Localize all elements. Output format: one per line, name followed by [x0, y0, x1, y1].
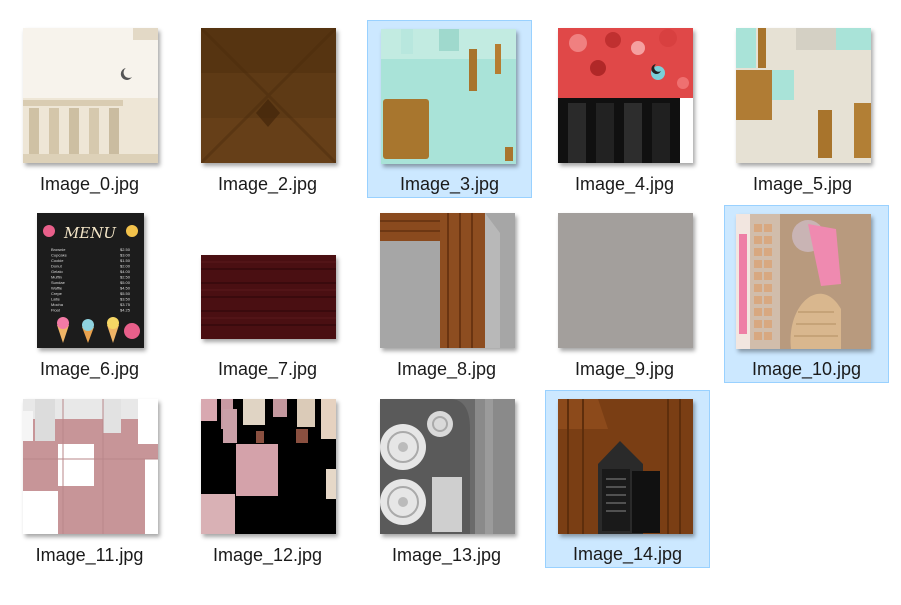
- file-name: Image_6.jpg: [39, 359, 140, 379]
- file-item-image-6[interactable]: MENU Brownie $2.50 Cupcake $3.00 Cookie $1.50…: [7, 202, 172, 380]
- file-item-image-9[interactable]: Image_9.jpg: [542, 202, 707, 380]
- thumbnail-image-6: MENU Brownie $2.50 Cupcake $3.00 Cookie $1.50…: [37, 213, 144, 348]
- thumbnail-image-5: [736, 28, 871, 163]
- file-item-image-3[interactable]: Image_3.jpg: [367, 20, 532, 198]
- file-name: Image_13.jpg: [391, 545, 502, 565]
- menu-item: Donut: [51, 264, 63, 269]
- file-item-image-7[interactable]: Image_7.jpg: [185, 202, 350, 380]
- menu-price: $4.00: [120, 269, 131, 274]
- menu-title: MENU: [63, 224, 117, 242]
- file-item-image-12[interactable]: Image_12.jpg: [185, 388, 350, 566]
- thumbnail-image-11: [23, 399, 158, 534]
- file-name: Image_10.jpg: [751, 359, 862, 379]
- thumbnail-image-12: [201, 399, 336, 534]
- file-item-image-4[interactable]: Image_4.jpg: [542, 17, 707, 195]
- file-item-image-2[interactable]: Image_2.jpg: [185, 17, 350, 195]
- menu-price: $3.50: [120, 297, 131, 302]
- menu-item: Sundae: [51, 280, 66, 285]
- menu-item: Muffin: [51, 275, 62, 280]
- menu-price: $4.25: [120, 308, 131, 313]
- file-item-image-10[interactable]: Image_10.jpg: [724, 205, 889, 383]
- thumbnail-image-13: [380, 399, 515, 534]
- file-item-image-8[interactable]: Image_8.jpg: [364, 202, 529, 380]
- menu-item: Latte: [51, 297, 61, 302]
- file-name: Image_14.jpg: [572, 544, 683, 564]
- thumbnail-image-0: [23, 28, 158, 163]
- thumbnail-image-9: [558, 213, 693, 348]
- menu-item: Cookie: [51, 258, 64, 263]
- file-name: Image_2.jpg: [217, 174, 318, 194]
- menu-item: Gelato: [51, 269, 64, 274]
- thumbnail-image-8: [380, 213, 515, 348]
- file-name: Image_12.jpg: [212, 545, 323, 565]
- thumbnail-image-14: [558, 399, 693, 534]
- thumbnail-image-3: [381, 29, 516, 164]
- menu-item: Float: [51, 308, 61, 313]
- menu-price: $5.00: [120, 280, 131, 285]
- menu-item: Crepe: [51, 291, 63, 296]
- menu-item: Cupcake: [51, 253, 68, 258]
- file-item-image-14[interactable]: Image_14.jpg: [545, 390, 710, 568]
- file-item-image-11[interactable]: Image_11.jpg: [7, 388, 172, 566]
- menu-item: Waffle: [51, 286, 63, 291]
- file-name: Image_9.jpg: [574, 359, 675, 379]
- file-name: Image_5.jpg: [752, 174, 853, 194]
- file-name: Image_4.jpg: [574, 174, 675, 194]
- menu-price: $2.00: [120, 264, 131, 269]
- thumbnail-image-2: [201, 28, 336, 163]
- menu-item: Mocha: [51, 302, 64, 307]
- file-name: Image_7.jpg: [217, 359, 318, 379]
- thumbnail-image-10: [736, 214, 871, 349]
- file-name: Image_11.jpg: [35, 545, 144, 565]
- file-explorer-view: { "files": [ {"name": "Image_0.jpg", "se…: [0, 0, 901, 605]
- menu-price: $5.50: [120, 291, 131, 296]
- menu-price: $3.00: [120, 253, 131, 258]
- file-name: Image_3.jpg: [399, 174, 500, 194]
- menu-price: $2.50: [120, 247, 131, 252]
- menu-price: $2.50: [120, 275, 131, 280]
- file-item-image-5[interactable]: Image_5.jpg: [720, 17, 885, 195]
- thumbnail-image-4: [558, 28, 693, 163]
- menu-price: $3.75: [120, 302, 131, 307]
- file-item-image-0[interactable]: Image_0.jpg: [7, 17, 172, 195]
- menu-price: $4.50: [120, 286, 131, 291]
- file-name: Image_8.jpg: [396, 359, 497, 379]
- thumbnail-image-7: [201, 255, 336, 339]
- file-item-image-13[interactable]: Image_13.jpg: [364, 388, 529, 566]
- file-name: Image_0.jpg: [39, 174, 140, 194]
- menu-item: Brownie: [51, 247, 66, 252]
- menu-price: $1.50: [120, 258, 131, 263]
